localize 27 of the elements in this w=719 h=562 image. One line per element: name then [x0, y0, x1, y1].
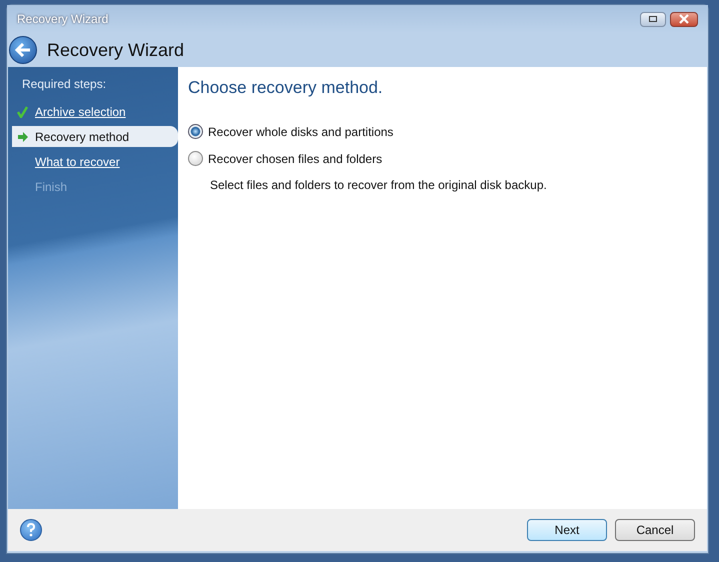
close-button[interactable] [670, 12, 698, 26]
option-label[interactable]: Recover chosen files and folders [208, 150, 382, 168]
option-description: Select files and folders to recover from the original disk backup. [209, 176, 548, 194]
step-item[interactable]: Archive selection [8, 101, 178, 122]
wizard-heading: Recovery Wizard [47, 38, 184, 62]
check-icon [17, 106, 28, 118]
close-icon [678, 14, 690, 24]
radio-button[interactable] [188, 124, 203, 139]
page-title: Choose recovery method. [188, 77, 384, 99]
sidebar-heading: Required steps: [21, 76, 108, 93]
help-button[interactable] [20, 519, 42, 541]
step-item[interactable]: What to recover [8, 151, 178, 172]
step-label: Recovery method [35, 128, 130, 146]
arrow-icon [17, 130, 29, 142]
restore-button[interactable] [640, 12, 666, 26]
next-button[interactable]: Next [527, 519, 607, 541]
back-button[interactable] [9, 36, 37, 64]
radio-button[interactable] [188, 151, 203, 166]
step-label: What to recover [35, 154, 120, 170]
step-label: Finish [35, 178, 68, 196]
cancel-button[interactable]: Cancel [615, 519, 695, 541]
step-label: Archive selection [35, 104, 126, 120]
question-icon [26, 523, 36, 537]
back-arrow-icon [15, 43, 31, 57]
window-title: Recovery Wizard [17, 11, 108, 28]
option-label[interactable]: Recover whole disks and partitions [208, 122, 394, 140]
current-step[interactable]: Recovery method [12, 126, 178, 147]
